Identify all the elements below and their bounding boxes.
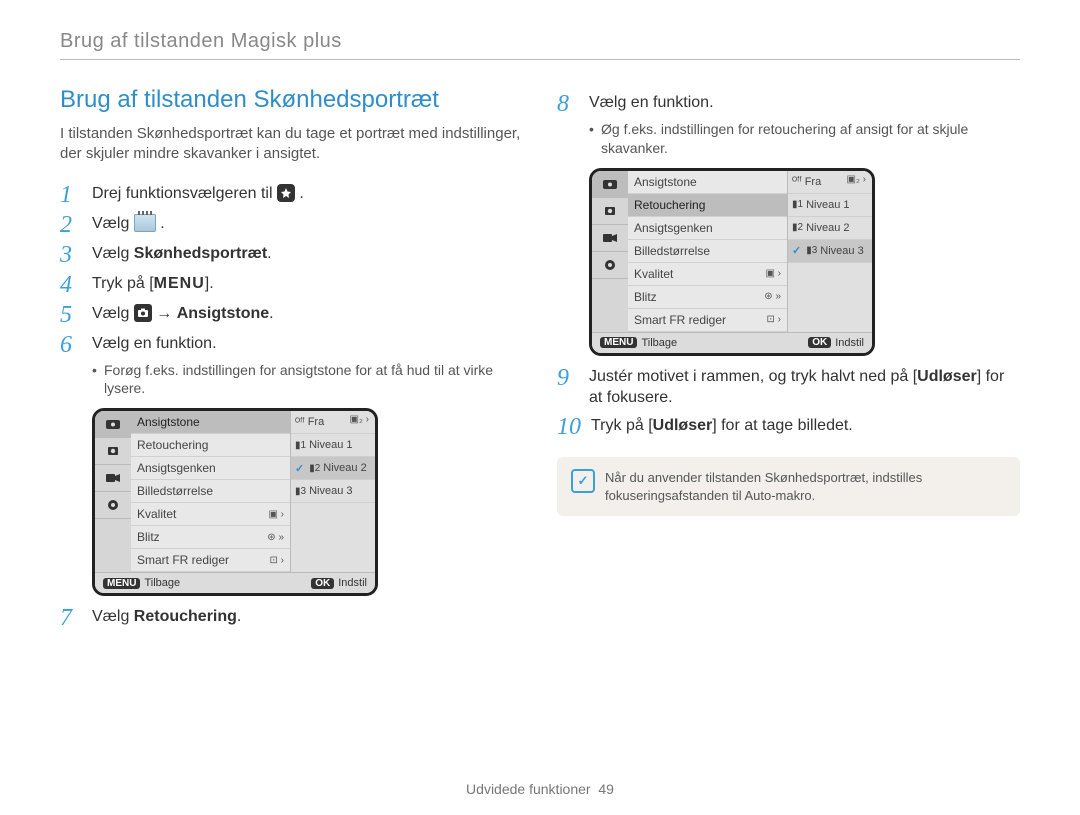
menu-item-list: AnsigtstoneRetoucheringAnsigtsgenkenBill… xyxy=(628,171,787,332)
tab-gear-icon xyxy=(592,252,628,279)
step-4: Tryk på [MENU]. xyxy=(92,273,214,295)
right-column: 8 Vælg en funktion. Øg f.eks. indstillin… xyxy=(557,86,1020,636)
step-8: Vælg en funktion. xyxy=(589,92,714,116)
menu-option: ✓▮2Niveau 2 xyxy=(291,457,375,480)
step-number: 5 xyxy=(60,303,82,327)
tab-camera-icon xyxy=(95,411,131,438)
menu-item: Blitz⊛ » xyxy=(628,286,787,309)
menu-item: Retouchering xyxy=(628,194,787,217)
menu-option: ▮3Niveau 3 xyxy=(291,480,375,503)
step-3: Vælg Skønhedsportræt. xyxy=(92,243,272,265)
tab-shoot-icon xyxy=(95,438,131,465)
menu-item-list: AnsigtstoneRetoucheringAnsigtsgenkenBill… xyxy=(131,411,290,572)
step-9: Justér motivet i rammen, og tryk halvt n… xyxy=(589,366,1020,409)
tab-video-icon xyxy=(592,225,628,252)
step-6: Vælg en funktion. xyxy=(92,333,217,357)
info-icon: ✓ xyxy=(571,469,595,493)
menu-option: ✓▮3Niveau 3 xyxy=(788,240,872,263)
note-text: Når du anvender tilstanden Skønhedsportr… xyxy=(605,469,1006,504)
step-number: 7 xyxy=(60,606,82,630)
mode-dial-icon xyxy=(277,184,295,202)
menu-back: MENUTilbage xyxy=(103,577,180,589)
header-rule xyxy=(60,59,1020,60)
breadcrumb: Brug af tilstanden Magisk plus xyxy=(60,30,1020,53)
step-number: 6 xyxy=(60,333,82,357)
step-8-sub: Øg f.eks. indstillingen for retouchering… xyxy=(589,120,1020,158)
menu-option-list: ᴼᶠᶠFra▮1Niveau 1✓▮2Niveau 2▮3Niveau 3 xyxy=(290,411,375,572)
menu-set: OKIndstil xyxy=(311,577,367,589)
menu-item: Billedstørrelse xyxy=(131,480,290,503)
menu-item: Kvalitet▣ › xyxy=(628,263,787,286)
step-10: Tryk på [Udløser] for at tage billedet. xyxy=(591,415,853,437)
menu-item: Ansigtsgenken xyxy=(131,457,290,480)
menu-item: Smart FR rediger⊡ › xyxy=(131,549,290,572)
menu-option: ▮1Niveau 1 xyxy=(291,434,375,457)
intro-text: I tilstanden Skønhedsportræt kan du tage… xyxy=(60,124,523,165)
menu-item: Kvalitet▣ › xyxy=(131,503,290,526)
step-number: 2 xyxy=(60,213,82,237)
menu-top-indicator: ▣₂ › xyxy=(350,414,369,425)
menu-option: ▮1Niveau 1 xyxy=(788,194,872,217)
step-6-sub: Forøg f.eks. indstillingen for ansigtsto… xyxy=(92,361,523,399)
tab-gear-icon xyxy=(95,492,131,519)
step-number: 10 xyxy=(557,415,581,439)
menu-item: Ansigtsgenken xyxy=(628,217,787,240)
note-box: ✓ Når du anvender tilstanden Skønhedspor… xyxy=(557,457,1020,516)
step-number: 8 xyxy=(557,92,579,116)
menu-item: Retouchering xyxy=(131,434,290,457)
menu-top-indicator: ▣₂ › xyxy=(847,174,866,185)
tab-video-icon xyxy=(95,465,131,492)
step-5: Vælg → Ansigtstone. xyxy=(92,303,274,325)
menu-item: Smart FR rediger⊡ › xyxy=(628,309,787,332)
menu-option: ▮2Niveau 2 xyxy=(788,217,872,240)
step-2: Vælg . xyxy=(92,213,165,235)
step-1: Drej funktionsvælgeren til . xyxy=(92,183,304,205)
menu-button-label: MENU xyxy=(154,275,205,292)
step-number: 3 xyxy=(60,243,82,267)
menu-item: Ansigtstone xyxy=(628,171,787,194)
menu-option-list: ᴼᶠᶠFra▮1Niveau 1▮2Niveau 2✓▮3Niveau 3 xyxy=(787,171,872,332)
menu-item: Blitz⊛ » xyxy=(131,526,290,549)
left-column: Brug af tilstanden Skønhedsportræt I til… xyxy=(60,86,523,636)
scn-icon xyxy=(134,214,156,232)
step-7: Vælg Retouchering. xyxy=(92,606,241,628)
camera-icon xyxy=(134,304,152,322)
camera-menu-screenshot-left: ▣₂ › AnsigtstoneRetoucheringAnsigtsgenke… xyxy=(92,408,378,596)
menu-tabs xyxy=(95,411,131,572)
tab-shoot-icon xyxy=(592,198,628,225)
step-number: 1 xyxy=(60,183,82,207)
menu-set: OKIndstil xyxy=(808,337,864,349)
section-title: Brug af tilstanden Skønhedsportræt xyxy=(60,86,523,114)
menu-back: MENUTilbage xyxy=(600,337,677,349)
step-number: 4 xyxy=(60,273,82,297)
menu-item: Billedstørrelse xyxy=(628,240,787,263)
camera-menu-screenshot-right: ▣₂ › AnsigtstoneRetoucheringAnsigtsgenke… xyxy=(589,168,875,356)
menu-item: Ansigtstone xyxy=(131,411,290,434)
tab-camera-icon xyxy=(592,171,628,198)
page-footer: Udvidede funktioner 49 xyxy=(0,781,1080,797)
menu-tabs xyxy=(592,171,628,332)
step-number: 9 xyxy=(557,366,579,390)
